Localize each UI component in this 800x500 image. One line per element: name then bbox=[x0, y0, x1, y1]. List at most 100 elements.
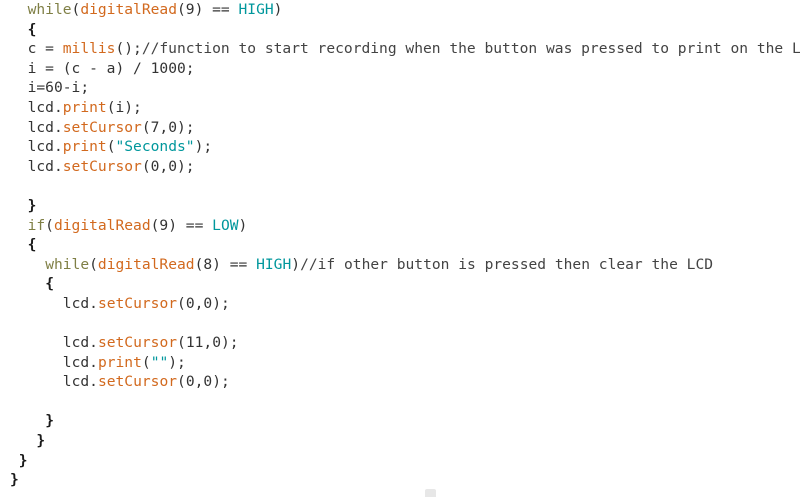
code-token-num: 0 bbox=[168, 118, 178, 136]
code-token-plain: lcd. bbox=[27, 138, 63, 156]
code-token-num: 9 bbox=[185, 1, 195, 18]
code-token-num: 0 bbox=[212, 334, 221, 352]
code-line: lcd.print("Seconds"); bbox=[0, 137, 800, 157]
code-token-punc: ( bbox=[89, 255, 98, 273]
code-token-punc: , bbox=[159, 157, 169, 175]
code-token-fn: print bbox=[62, 98, 107, 116]
code-token-kw: while bbox=[27, 1, 72, 18]
code-line: c = millis();//function to start recordi… bbox=[0, 39, 800, 59]
code-line: lcd.print(i); bbox=[0, 98, 800, 118]
code-token-str: "" bbox=[150, 353, 169, 371]
code-token-brace: } bbox=[10, 471, 19, 489]
code-token-num: 11 bbox=[185, 334, 204, 352]
code-token-punc: ) == bbox=[212, 255, 257, 273]
code-token-num: 0 bbox=[185, 373, 195, 391]
code-token-plain: lcd. bbox=[62, 353, 98, 371]
code-token-plain: lcd. bbox=[62, 334, 98, 352]
code-token-num: 1000 bbox=[150, 59, 186, 77]
code-token-punc: ( bbox=[177, 373, 186, 391]
code-token-str: "Seconds" bbox=[115, 138, 195, 156]
code-token-fn: setCursor bbox=[97, 294, 178, 312]
code-token-plain: lcd. bbox=[62, 373, 98, 391]
code-token-punc: ) bbox=[238, 216, 248, 234]
code-token-punc: ); bbox=[177, 157, 195, 175]
code-token-punc: ) == bbox=[168, 216, 213, 234]
code-token-num: 9 bbox=[159, 216, 169, 234]
code-token-num: 0 bbox=[185, 294, 195, 312]
code-token-const: HIGH bbox=[256, 255, 292, 273]
code-token-fn: digitalRead bbox=[53, 216, 151, 234]
code-token-brace: } bbox=[27, 196, 37, 214]
code-token-num: 0 bbox=[168, 157, 178, 175]
code-token-fn: print bbox=[62, 138, 107, 156]
code-token-fn: setCursor bbox=[97, 373, 178, 391]
code-token-comment: //if other button is pressed then clear … bbox=[300, 255, 714, 273]
code-token-const: HIGH bbox=[238, 1, 274, 18]
code-line: lcd.setCursor(0,0); bbox=[0, 372, 800, 392]
code-token-punc: ( bbox=[177, 334, 186, 352]
code-token-punc: (); bbox=[115, 40, 142, 58]
code-line: i = (c - a) / 1000; bbox=[0, 59, 800, 79]
code-token-punc: , bbox=[203, 334, 213, 352]
code-token-punc: ( bbox=[71, 1, 81, 18]
code-token-punc: ( bbox=[141, 118, 151, 136]
code-token-const: LOW bbox=[212, 216, 239, 234]
code-token-num: 0 bbox=[203, 373, 213, 391]
code-token-punc: ) bbox=[291, 255, 301, 273]
code-token-punc: ; bbox=[185, 59, 195, 77]
code-token-punc: ( bbox=[176, 1, 186, 18]
code-line: } bbox=[0, 411, 800, 431]
code-token-num: 60 bbox=[45, 79, 63, 97]
code-line: { bbox=[0, 20, 800, 40]
code-token-plain: lcd. bbox=[27, 118, 63, 136]
page-bottom-artifact bbox=[425, 489, 436, 497]
code-token-punc: ( bbox=[141, 157, 151, 175]
code-token-num: 0 bbox=[203, 294, 213, 312]
code-token-brace: { bbox=[27, 236, 37, 254]
code-token-plain: ) / bbox=[115, 59, 151, 77]
code-token-punc: ); bbox=[177, 118, 195, 136]
code-token-fn: print bbox=[97, 353, 142, 371]
code-token-punc: ) bbox=[273, 1, 283, 18]
code-token-plain: c = bbox=[27, 40, 63, 58]
code-line: } bbox=[0, 470, 800, 490]
code-token-fn: millis bbox=[62, 40, 116, 58]
code-line: while(digitalRead(9) == HIGH) bbox=[0, 0, 800, 20]
code-token-fn: digitalRead bbox=[80, 1, 177, 18]
code-token-comment: //function to start recording when the b… bbox=[141, 40, 800, 58]
code-token-punc: ); bbox=[212, 294, 230, 312]
code-token-fn: setCursor bbox=[62, 118, 142, 136]
code-line: { bbox=[0, 274, 800, 294]
code-token-fn: setCursor bbox=[62, 157, 142, 175]
code-token-brace: } bbox=[36, 432, 46, 450]
code-token-punc: ); bbox=[194, 138, 213, 156]
code-token-brace: { bbox=[27, 20, 37, 38]
code-token-plain: i= bbox=[27, 79, 46, 97]
code-token-num: 8 bbox=[203, 255, 213, 273]
code-line: i=60-i; bbox=[0, 78, 800, 98]
code-token-plain: -i; bbox=[62, 79, 90, 97]
code-token-punc: ); bbox=[212, 373, 230, 391]
code-token-kw: if bbox=[27, 216, 46, 234]
code-token-punc: ( bbox=[177, 294, 186, 312]
code-line: } bbox=[0, 431, 800, 451]
code-token-punc: ) == bbox=[194, 1, 239, 18]
code-line: while(digitalRead(8) == HIGH)//if other … bbox=[0, 255, 800, 275]
code-token-fn: setCursor bbox=[97, 334, 178, 352]
code-line: lcd.print(""); bbox=[0, 353, 800, 373]
code-listing: while(digitalRead(9) == HIGH){c = millis… bbox=[0, 0, 800, 500]
code-line: } bbox=[0, 451, 800, 471]
code-token-punc: , bbox=[159, 118, 169, 136]
code-token-punc: ); bbox=[221, 334, 239, 352]
code-line: lcd.setCursor(7,0); bbox=[0, 118, 800, 138]
code-line: lcd.setCursor(0,0); bbox=[0, 157, 800, 177]
code-line: if(digitalRead(9) == LOW) bbox=[0, 216, 800, 236]
code-token-plain: lcd. bbox=[27, 98, 63, 116]
code-token-fn: digitalRead bbox=[97, 255, 195, 273]
code-token-kw: while bbox=[45, 255, 90, 273]
code-token-punc: ); bbox=[168, 353, 186, 371]
code-line: { bbox=[0, 235, 800, 255]
code-token-brace: { bbox=[45, 275, 54, 293]
